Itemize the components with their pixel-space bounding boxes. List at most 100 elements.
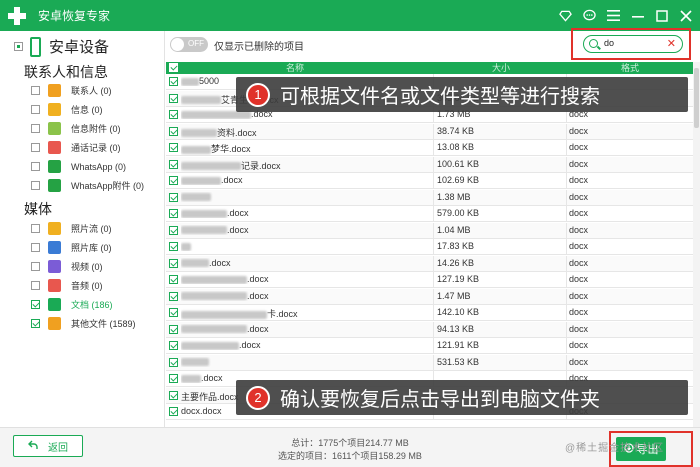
row-checkbox[interactable]	[169, 209, 178, 218]
row-checkbox[interactable]	[169, 291, 178, 301]
search-input[interactable]: do ✕	[583, 35, 683, 53]
file-name-text: docx.docx	[181, 406, 222, 416]
table-row[interactable]: 1.38 MB docx	[166, 189, 693, 206]
file-format-cell: docx	[569, 290, 589, 301]
category-checkbox[interactable]	[31, 162, 40, 171]
file-name-text: 资料.docx	[217, 127, 257, 138]
category-checkbox[interactable]	[31, 143, 40, 152]
row-checkbox[interactable]	[169, 324, 178, 334]
table-scrollbar[interactable]	[693, 62, 700, 427]
row-checkbox[interactable]	[169, 110, 178, 119]
category-checkbox[interactable]	[31, 300, 40, 309]
message-icon	[48, 103, 61, 116]
table-row[interactable]: 17.83 KB docx	[166, 239, 693, 255]
table-row[interactable]: .docx 1.04 MB docx	[166, 222, 693, 239]
table-row[interactable]: 531.53 KB docx	[166, 354, 693, 371]
section-heading-contacts: 联系人和信息	[24, 64, 108, 80]
row-checkbox[interactable]	[169, 341, 178, 350]
table-row[interactable]: .docx 1.47 MB docx	[166, 288, 693, 305]
call-log-icon	[48, 141, 61, 154]
row-checkbox[interactable]	[169, 308, 178, 317]
column-divider	[433, 239, 434, 255]
sidebar-item-other-files[interactable]: 其他文件 (1589)	[31, 317, 136, 330]
file-size-cell: 1.47 MB	[437, 290, 471, 301]
close-icon[interactable]	[679, 9, 692, 22]
toolbar: OFF 仅显示已删除的项目 do ✕	[166, 28, 700, 60]
row-checkbox[interactable]	[169, 143, 178, 152]
sidebar-item-audio[interactable]: 音频 (0)	[31, 279, 103, 292]
search-icon	[589, 39, 598, 48]
file-name-cell: .docx	[181, 258, 431, 268]
diamond-icon[interactable]	[559, 9, 572, 22]
device-checkbox[interactable]	[14, 42, 23, 51]
sidebar-item-label: 音频 (0)	[71, 281, 103, 291]
column-header-name[interactable]: 名称	[286, 62, 304, 74]
column-header-format[interactable]: 格式	[621, 62, 639, 74]
row-checkbox[interactable]	[169, 407, 178, 416]
row-checkbox[interactable]	[169, 225, 178, 235]
row-checkbox[interactable]	[169, 77, 178, 86]
table-row[interactable]: .docx 121.91 KB docx	[166, 338, 693, 354]
row-checkbox[interactable]	[169, 357, 178, 367]
sidebar-item-whatsapp-attachment[interactable]: WhatsApp附件 (0)	[31, 179, 144, 192]
row-checkbox[interactable]	[169, 176, 178, 185]
category-checkbox[interactable]	[31, 86, 40, 95]
table-row[interactable]: .docx 579.00 KB docx	[166, 206, 693, 222]
file-name-text: .docx	[247, 290, 269, 301]
maximize-icon[interactable]	[655, 9, 668, 22]
minimize-icon[interactable]	[631, 9, 644, 22]
table-row[interactable]: 卡.docx 142.10 KB docx	[166, 305, 693, 321]
contact-icon	[48, 84, 61, 97]
category-checkbox[interactable]	[31, 243, 40, 252]
category-checkbox[interactable]	[31, 319, 40, 328]
row-checkbox[interactable]	[169, 258, 178, 268]
table-row[interactable]: .docx 14.26 KB docx	[166, 255, 693, 272]
row-checkbox[interactable]	[169, 390, 178, 400]
category-checkbox[interactable]	[31, 262, 40, 271]
deleted-only-toggle[interactable]: OFF	[170, 37, 208, 52]
column-divider	[433, 305, 434, 321]
column-divider	[433, 156, 434, 173]
row-checkbox[interactable]	[169, 159, 178, 169]
sidebar-item-document[interactable]: 文档 (186)	[31, 298, 113, 311]
sidebar-item-video[interactable]: 视频 (0)	[31, 260, 103, 273]
row-checkbox[interactable]	[169, 275, 178, 284]
menu-icon[interactable]	[607, 9, 620, 22]
file-name-text: .docx	[221, 175, 243, 185]
category-checkbox[interactable]	[31, 105, 40, 114]
feedback-icon[interactable]	[583, 9, 596, 22]
table-row[interactable]: 梦华.docx 13.08 KB docx	[166, 140, 693, 156]
sidebar-item-call-log[interactable]: 通话记录 (0)	[31, 141, 121, 154]
table-row[interactable]: 记录.docx 100.61 KB docx	[166, 156, 693, 173]
category-checkbox[interactable]	[31, 224, 40, 233]
select-all-checkbox[interactable]	[169, 63, 178, 72]
device-item[interactable]: 安卓设备	[14, 36, 109, 57]
toggle-state-text: OFF	[188, 39, 204, 48]
sidebar-item-message[interactable]: 信息 (0)	[31, 103, 103, 116]
category-checkbox[interactable]	[31, 124, 40, 133]
row-checkbox[interactable]	[169, 93, 178, 103]
table-row[interactable]: .docx 102.69 KB docx	[166, 173, 693, 189]
category-checkbox[interactable]	[31, 281, 40, 290]
table-row[interactable]: .docx 127.19 KB docx	[166, 272, 693, 288]
clear-search-icon[interactable]: ✕	[667, 37, 676, 50]
toggle-knob	[171, 38, 184, 51]
sidebar-item-contact[interactable]: 联系人 (0)	[31, 84, 112, 97]
column-header-size[interactable]: 大小	[492, 62, 510, 74]
sidebar-item-whatsapp[interactable]: WhatsApp (0)	[31, 160, 126, 173]
scrollbar-thumb[interactable]	[694, 68, 699, 128]
row-checkbox[interactable]	[169, 242, 178, 251]
row-checkbox[interactable]	[169, 374, 178, 383]
sidebar-item-photo-library[interactable]: 照片库 (0)	[31, 241, 112, 254]
sidebar-item-photo-stream[interactable]: 照片流 (0)	[31, 222, 112, 235]
row-checkbox[interactable]	[169, 192, 178, 202]
file-name-cell: .docx	[181, 324, 431, 334]
table-row[interactable]: .docx 94.13 KB docx	[166, 321, 693, 338]
file-name-text: .docx	[247, 323, 269, 334]
redacted-name	[181, 77, 199, 86]
sidebar-item-attachment[interactable]: 信息附件 (0)	[31, 122, 121, 135]
category-checkbox[interactable]	[31, 181, 40, 190]
column-divider	[433, 206, 434, 222]
table-row[interactable]: 资料.docx 38.74 KB docx	[166, 123, 693, 140]
row-checkbox[interactable]	[169, 126, 178, 136]
